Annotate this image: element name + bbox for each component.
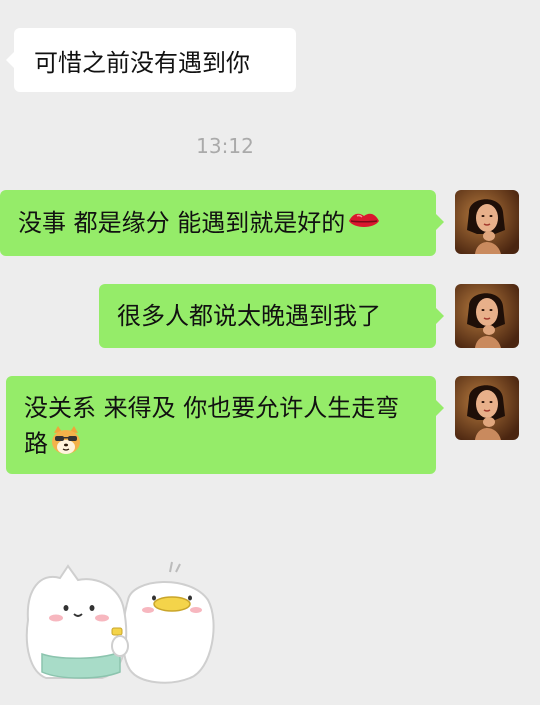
message-text: 很多人都说太晚遇到我了 xyxy=(117,302,381,330)
message-text: 可惜之前没有遇到你 xyxy=(34,48,250,77)
avatar[interactable] xyxy=(455,376,519,440)
avatar[interactable] xyxy=(455,284,519,348)
portrait-icon xyxy=(455,190,519,254)
chat-area: 可惜之前没有遇到你 13:12 没事 都是缘分 能遇到就是好的 很多人都说太晚遇… xyxy=(0,0,540,705)
incoming-message-bubble[interactable]: 可惜之前没有遇到你 xyxy=(6,28,296,92)
timestamp: 13:12 xyxy=(196,134,254,158)
avatar[interactable] xyxy=(455,190,519,254)
message-text: 没事 都是缘分 能遇到就是好的 xyxy=(18,209,346,237)
outgoing-message-bubble[interactable]: 没事 都是缘分 能遇到就是好的 xyxy=(0,190,444,256)
portrait-icon xyxy=(455,284,519,348)
portrait-icon xyxy=(455,376,519,440)
outgoing-message-bubble[interactable]: 很多人都说太晚遇到我了 xyxy=(99,284,444,348)
cool-dog-emoji-icon xyxy=(50,425,82,464)
lips-emoji-icon xyxy=(347,207,381,241)
outgoing-message-bubble[interactable]: 没关系 来得及 你也要允许人生走弯路 xyxy=(6,376,444,474)
cat-duck-hug-sticker-icon[interactable] xyxy=(20,560,220,700)
